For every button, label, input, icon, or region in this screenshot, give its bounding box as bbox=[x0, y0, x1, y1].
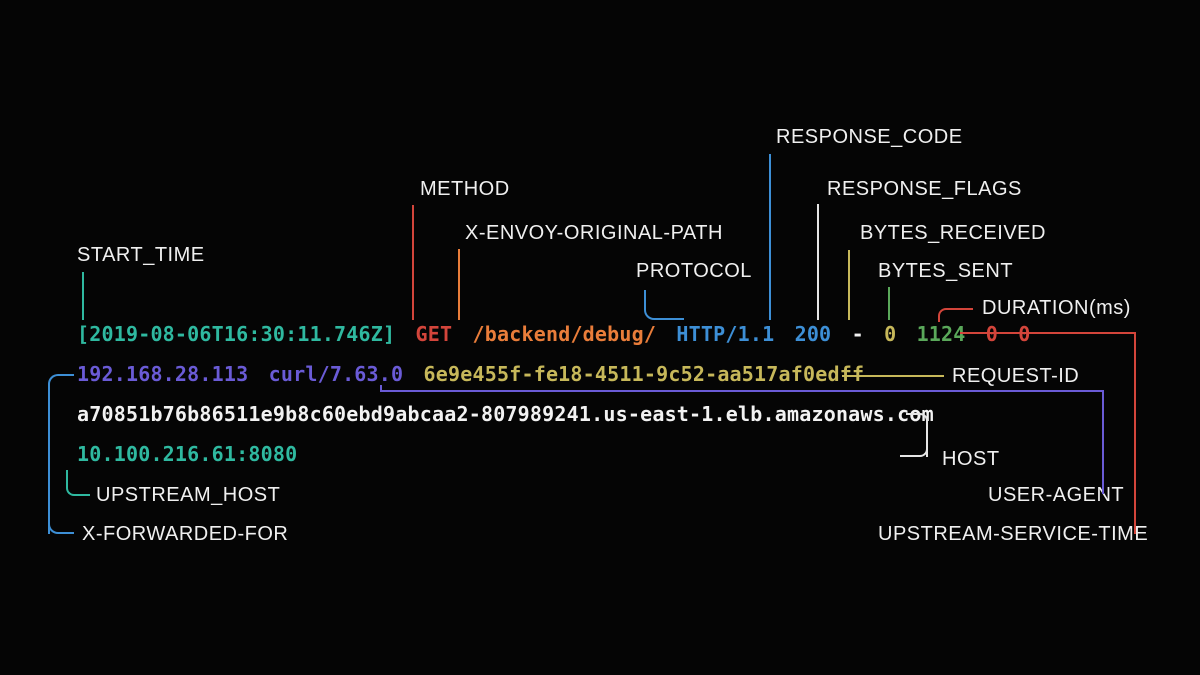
val-start-time: [2019-08-06T16:30:11.746Z] bbox=[77, 322, 395, 346]
label-x-forwarded-for: X-FORWARDED-FOR bbox=[82, 523, 288, 546]
val-method: GET bbox=[416, 322, 453, 346]
val-host: a70851b76b86511e9b8c60ebd9abcaa2-8079892… bbox=[77, 402, 934, 426]
connector-request-id bbox=[842, 375, 944, 377]
val-bytes-received: 0 bbox=[884, 322, 896, 346]
connector-protocol bbox=[644, 290, 684, 320]
label-method: METHOD bbox=[420, 178, 510, 201]
val-path: /backend/debug/ bbox=[473, 322, 657, 346]
label-bytes-sent: BYTES_SENT bbox=[878, 260, 1013, 283]
val-x-forwarded-for: 192.168.28.113 bbox=[77, 362, 248, 386]
val-user-agent: curl/7.63.0 bbox=[269, 362, 404, 386]
connector-xff-2 bbox=[48, 520, 74, 534]
val-duration: 0 bbox=[986, 322, 998, 346]
val-protocol: HTTP/1.1 bbox=[676, 322, 774, 346]
label-request-id: REQUEST-ID bbox=[952, 365, 1079, 388]
connector-response-flags bbox=[817, 204, 819, 320]
label-upstream-service-time: UPSTREAM-SERVICE-TIME bbox=[878, 523, 1148, 546]
label-x-envoy-original-path: X-ENVOY-ORIGINAL-PATH bbox=[465, 222, 723, 245]
connector-ust-v bbox=[1134, 332, 1136, 534]
log-line-2: 192.168.28.113 curl/7.63.0 6e9e455f-fe18… bbox=[77, 362, 864, 386]
val-bytes-sent: 1124 bbox=[917, 322, 966, 346]
connector-bytes-received bbox=[848, 250, 850, 320]
connector-xff-1 bbox=[48, 374, 74, 534]
val-upstream-host: 10.100.216.61:8080 bbox=[77, 442, 297, 466]
connector-ust-h1 bbox=[960, 332, 1136, 334]
label-upstream-host: UPSTREAM_HOST bbox=[96, 484, 280, 507]
connector-bytes-sent bbox=[888, 287, 890, 320]
val-response-code: 200 bbox=[795, 322, 832, 346]
label-protocol: PROTOCOL bbox=[636, 260, 752, 283]
connector-response-code bbox=[769, 154, 771, 320]
log-line-3: a70851b76b86511e9b8c60ebd9abcaa2-8079892… bbox=[77, 402, 934, 426]
log-line-1: [2019-08-06T16:30:11.746Z] GET /backend/… bbox=[77, 322, 1031, 346]
diagram-stage: { "labels": { "start_time": "START_TIME"… bbox=[0, 0, 1200, 675]
connector-duration bbox=[938, 308, 973, 322]
connector-method bbox=[412, 205, 414, 320]
label-response-code: RESPONSE_CODE bbox=[776, 126, 963, 149]
label-host: HOST bbox=[942, 448, 1000, 471]
label-duration: DURATION(ms) bbox=[982, 297, 1131, 320]
connector-upstream-host bbox=[66, 470, 76, 496]
val-response-flags: - bbox=[852, 322, 864, 346]
val-request-id: 6e9e455f-fe18-4511-9c52-aa517af0edff bbox=[424, 362, 865, 386]
log-line-4: 10.100.216.61:8080 bbox=[77, 442, 297, 466]
connector-start-time bbox=[82, 272, 84, 320]
connector-upstream-host-h bbox=[76, 494, 90, 496]
connector-host-2 bbox=[900, 443, 928, 457]
connector-path bbox=[458, 249, 460, 320]
connector-ua-h bbox=[380, 390, 1102, 392]
connector-ua-stub bbox=[380, 385, 382, 392]
label-response-flags: RESPONSE_FLAGS bbox=[827, 178, 1022, 201]
connector-ua-v bbox=[1102, 390, 1104, 494]
label-start-time: START_TIME bbox=[77, 244, 205, 267]
label-bytes-received: BYTES_RECEIVED bbox=[860, 222, 1046, 245]
val-upstream-service-time: 0 bbox=[1018, 322, 1030, 346]
